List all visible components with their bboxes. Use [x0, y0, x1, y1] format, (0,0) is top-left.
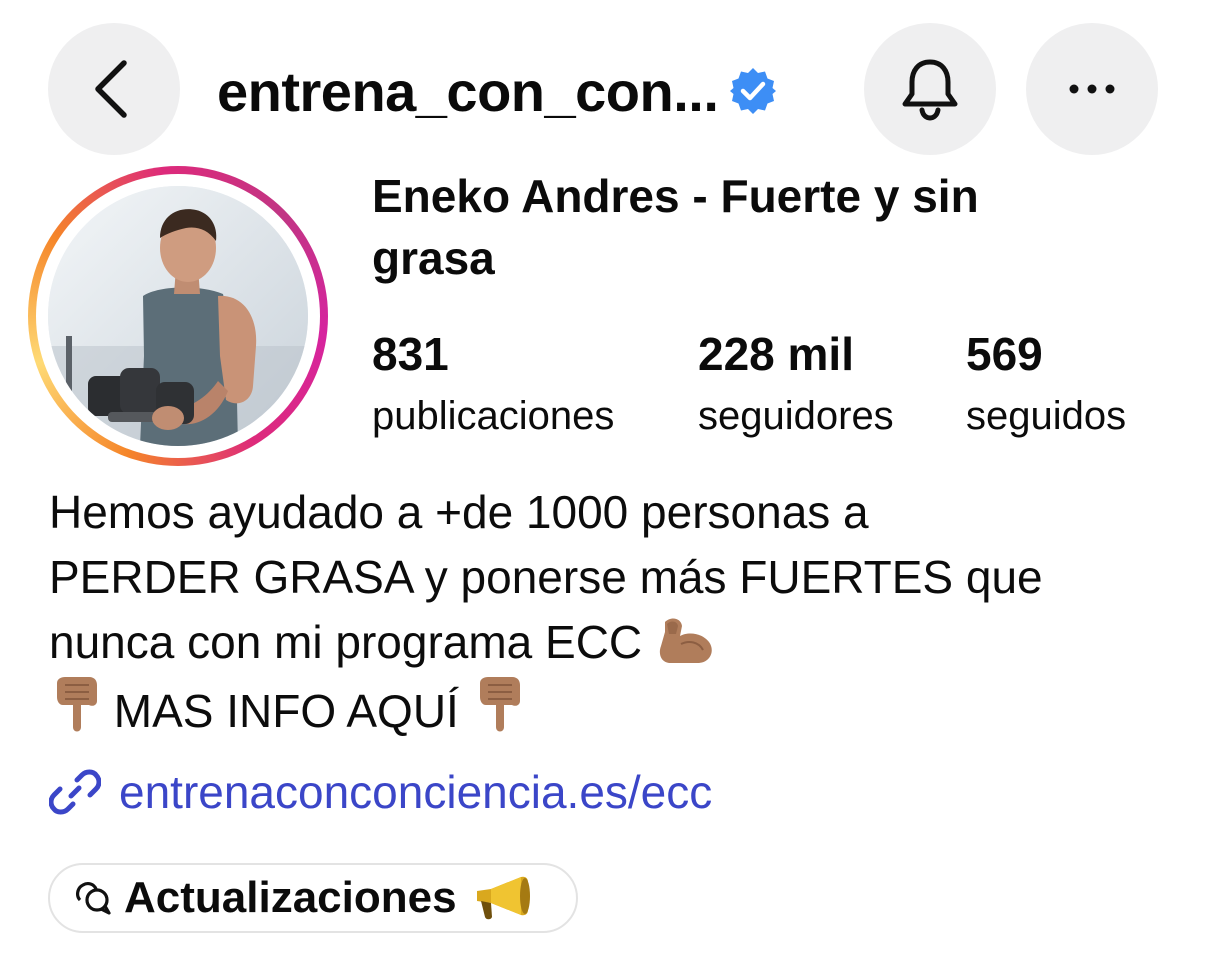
bio-line-3-row: nunca con mi programa ECC: [49, 610, 1189, 675]
followers-count[interactable]: 228 mil seguidores: [698, 326, 894, 450]
profile-bio: Hemos ayudado a +de 1000 personas a PERD…: [49, 480, 1189, 744]
username-header: entrena_con_con...: [217, 50, 778, 132]
bio-line-1: Hemos ayudado a +de 1000 personas a: [49, 486, 869, 538]
chevron-left-icon: [95, 60, 127, 118]
updates-channel-label: Actualizaciones: [124, 873, 457, 922]
followers-count-label: seguidores: [698, 394, 894, 438]
updates-channel-button[interactable]: Actualizaciones: [48, 863, 578, 933]
posts-count[interactable]: 831 publicaciones: [372, 326, 614, 450]
chat-bubbles-icon: [76, 882, 111, 915]
megaphone-emoji-icon: [476, 876, 530, 920]
back-button[interactable]: [48, 23, 180, 155]
bio-line-2: PERDER GRASA y ponerse más FUERTES que: [49, 551, 1043, 603]
backhand-index-pointing-down-emoji-icon: [57, 677, 97, 732]
link-icon: [49, 769, 101, 815]
notifications-button[interactable]: [864, 23, 996, 155]
profile-link-text[interactable]: entrenaconconciencia.es/ecc: [119, 765, 712, 819]
flexed-biceps-emoji-icon: [659, 618, 712, 663]
more-options-button[interactable]: [1026, 23, 1158, 155]
following-count[interactable]: 569 seguidos: [966, 326, 1126, 450]
posts-count-label: publicaciones: [372, 394, 615, 438]
verified-badge-icon: [730, 68, 777, 114]
bio-line-4-row: MAS INFO AQUÍ: [49, 675, 1189, 744]
backhand-index-pointing-down-emoji-icon: [479, 677, 520, 732]
following-count-value: 569: [966, 328, 1043, 380]
username: entrena_con_con...: [217, 59, 719, 123]
more-horizontal-icon: [1069, 84, 1115, 94]
avatar-ring-gap: [36, 174, 320, 458]
profile-link[interactable]: entrenaconconciencia.es/ecc: [49, 760, 712, 824]
avatar-story-ring[interactable]: [28, 166, 328, 466]
bio-line-4: MAS INFO AQUÍ: [113, 685, 459, 737]
profile-page: entrena_con_con... Eneko Andres - Fuerte…: [0, 0, 1206, 960]
posts-count-value: 831: [372, 328, 449, 380]
profile-display-name: Eneko Andres - Fuerte y sin grasa: [372, 170, 979, 284]
bell-icon: [902, 59, 958, 121]
bio-line-3: nunca con mi programa ECC: [49, 616, 643, 668]
followers-count-value: 228 mil: [698, 328, 854, 380]
avatar[interactable]: [48, 186, 308, 446]
profile-photo-illustration: [48, 186, 308, 446]
following-count-label: seguidos: [966, 394, 1127, 438]
